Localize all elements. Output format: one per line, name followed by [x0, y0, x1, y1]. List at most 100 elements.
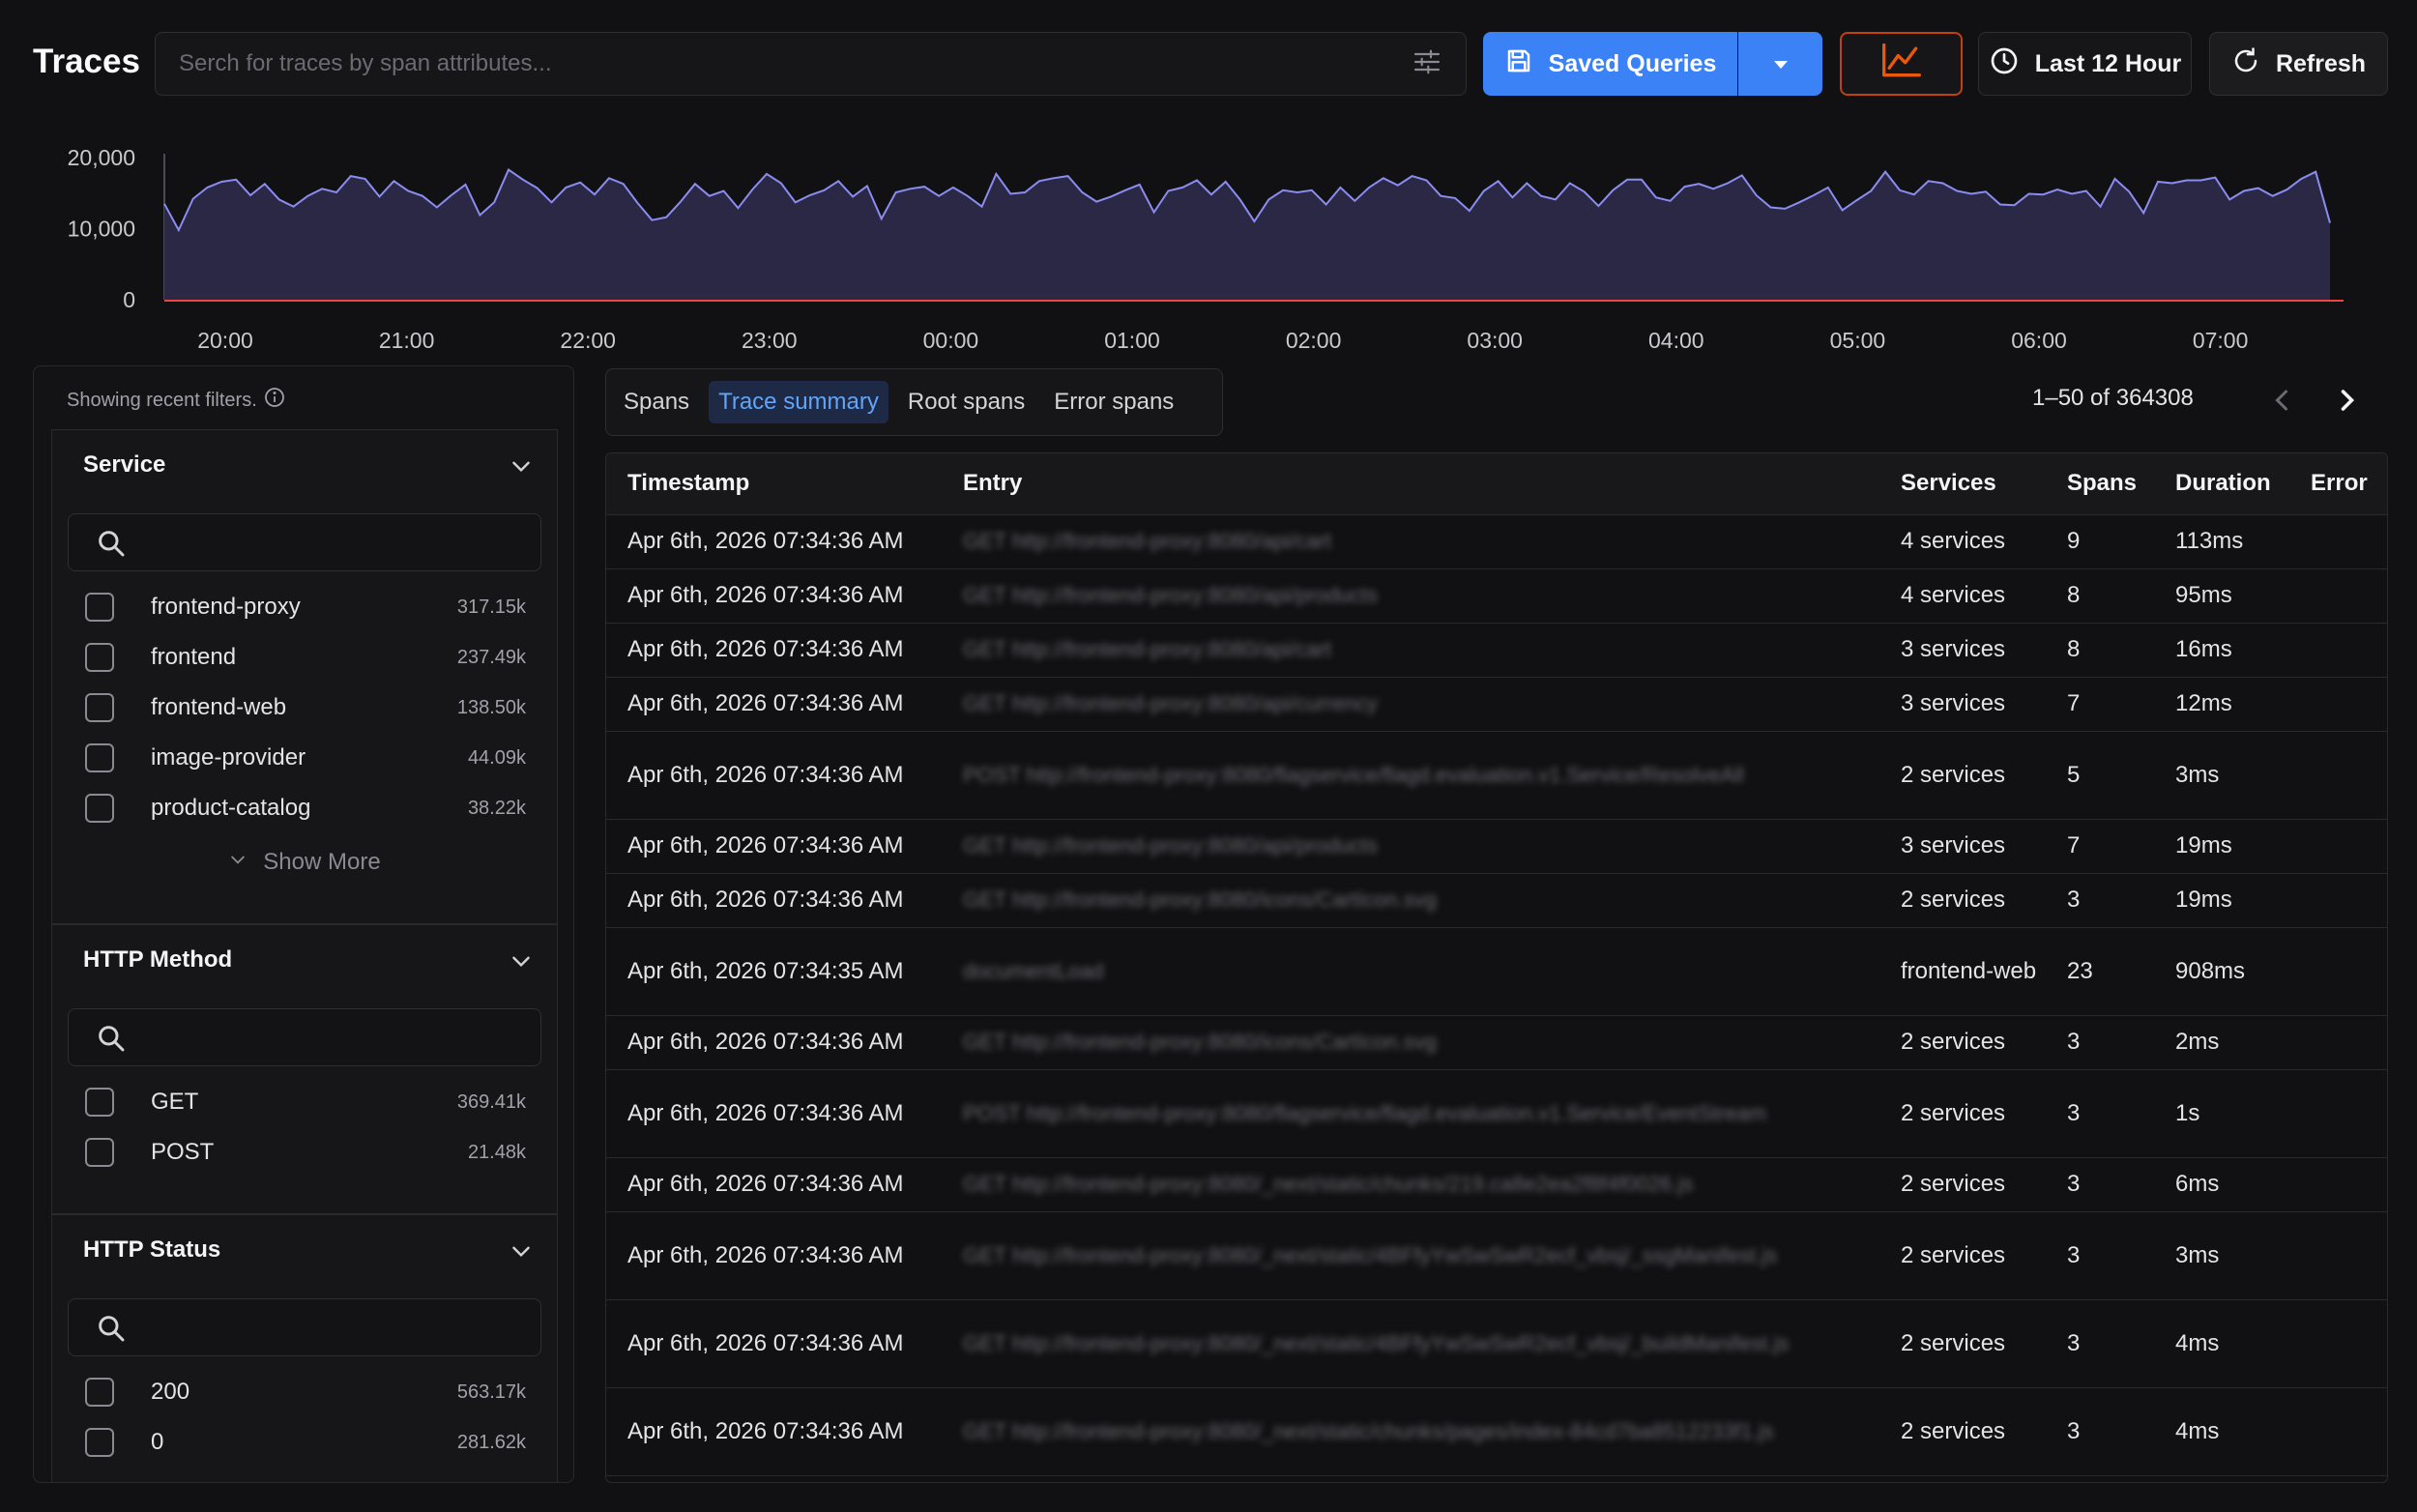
table-row[interactable]: Apr 6th, 2026 07:34:36 AM POST http://fro…: [606, 1069, 2387, 1158]
table-row[interactable]: Apr 6th, 2026 07:34:36 AM GET http://fron…: [606, 1387, 2387, 1476]
chevron-right-icon[interactable]: [2330, 383, 2365, 418]
checkbox[interactable]: [85, 1088, 114, 1117]
chevron-down-icon[interactable]: [509, 453, 534, 479]
services-cell: 3 services: [1879, 677, 2046, 732]
spans-cell: 3: [2046, 1211, 2154, 1300]
option-label: POST: [151, 1139, 215, 1165]
tab-error-spans[interactable]: Error spans: [1044, 381, 1183, 423]
table-row[interactable]: Apr 6th, 2026 07:34:36 AM GET http://fron…: [606, 819, 2387, 874]
entry-cell: GET http://frontend-proxy:8080/_next/sta…: [942, 1211, 1879, 1300]
time-range-button[interactable]: Last 12 Hour: [1978, 32, 2192, 96]
table-row[interactable]: Apr 6th, 2026 07:34:36 AM GET http://fron…: [606, 1211, 2387, 1300]
column-header-duration[interactable]: Duration: [2154, 453, 2289, 515]
table-row[interactable]: Apr 6th, 2026 07:34:36 AM GET http://fron…: [606, 1157, 2387, 1212]
table-row[interactable]: Apr 6th, 2026 07:34:35 AM documentLoad fro…: [606, 927, 2387, 1016]
option-count: 44.09k: [467, 746, 526, 769]
filter-panel: Showing recent filters. Service frontend…: [33, 365, 574, 1483]
saved-queries-button[interactable]: Saved Queries: [1483, 32, 1737, 96]
table-row[interactable]: Apr 6th, 2026 07:34:36 AM POST http://fro…: [606, 731, 2387, 820]
duration-cell: 908ms: [2154, 927, 2289, 1016]
trace-search-input[interactable]: Serch for traces by span attributes...: [155, 32, 1467, 96]
service-option[interactable]: frontend-web 138.50k: [85, 688, 526, 727]
show-more-button[interactable]: Show More: [52, 849, 557, 876]
entry-cell: GET http://frontend-proxy:8080/api/produ…: [942, 819, 1879, 874]
http-status-option[interactable]: 200 563.17k: [85, 1373, 526, 1411]
duration-cell: 95ms: [2154, 568, 2289, 624]
service-option[interactable]: frontend 237.49k: [85, 638, 526, 677]
services-cell: 2 services: [1879, 1299, 2046, 1388]
tab-root-spans[interactable]: Root spans: [898, 381, 1034, 423]
x-tick-label: 07:00: [2193, 328, 2249, 353]
column-header-spans[interactable]: Spans: [2046, 453, 2154, 515]
tab-spans[interactable]: Spans: [614, 381, 699, 423]
entry-cell: GET http://frontend-proxy:8080/api/curre…: [942, 677, 1879, 732]
info-icon[interactable]: [263, 386, 286, 415]
timestamp-cell: Apr 6th, 2026 07:34:36 AM: [606, 623, 942, 678]
http-method-option[interactable]: POST 21.48k: [85, 1133, 526, 1172]
services-cell: 2 services: [1879, 1157, 2046, 1212]
services-cell: 3 services: [1879, 623, 2046, 678]
option-count: 369.41k: [456, 1090, 526, 1113]
http-status-search-input[interactable]: [68, 1298, 541, 1356]
x-tick-label: 23:00: [742, 328, 798, 353]
service-option[interactable]: image-provider 44.09k: [85, 739, 526, 777]
services-cell: 2 services: [1879, 1069, 2046, 1158]
http-method-option[interactable]: GET 369.41k: [85, 1083, 526, 1121]
chevron-left-icon[interactable]: [2264, 383, 2299, 418]
timestamp-cell: Apr 6th, 2026 07:34:36 AM: [606, 568, 942, 624]
service-option[interactable]: frontend-proxy 317.15k: [85, 588, 526, 626]
chevron-down-icon[interactable]: [509, 1238, 534, 1264]
refresh-button[interactable]: Refresh: [2209, 32, 2388, 96]
table-row[interactable]: Apr 6th, 2026 07:34:36 AM GET http://fron…: [606, 514, 2387, 569]
error-cell: [2289, 623, 2387, 678]
page-title: Traces: [33, 43, 140, 80]
spans-cell: 23: [2046, 927, 2154, 1016]
duration-cell: 12ms: [2154, 677, 2289, 732]
table-row[interactable]: Apr 6th, 2026 07:34:36 AM GET http://fron…: [606, 623, 2387, 678]
recent-filters-note: Showing recent filters.: [67, 386, 286, 415]
column-header-services[interactable]: Services: [1879, 453, 2046, 515]
checkbox[interactable]: [85, 1378, 114, 1407]
column-header-error[interactable]: Error: [2289, 453, 2387, 515]
line-chart-icon: [1880, 43, 1923, 86]
column-header-timestamp[interactable]: Timestamp: [606, 453, 942, 515]
chevron-down-icon[interactable]: [509, 948, 534, 974]
checkbox[interactable]: [85, 794, 114, 823]
trace-histogram-chart[interactable]: 20,000 10,000 0 20:00 21:00 22:00 23:00 00:00 01…: [0, 126, 2417, 367]
checkbox[interactable]: [85, 1138, 114, 1167]
http-method-search-input[interactable]: [68, 1008, 541, 1066]
spans-cell: 9: [2046, 514, 2154, 569]
duration-cell: 6ms: [2154, 1157, 2289, 1212]
checkbox[interactable]: [85, 1428, 114, 1457]
service-option[interactable]: product-catalog 38.22k: [85, 789, 526, 828]
duration-cell: 3ms: [2154, 731, 2289, 820]
entry-cell: GET http://frontend-proxy:8080/_next/sta…: [942, 1157, 1879, 1212]
error-cell: [2289, 1211, 2387, 1300]
table-row[interactable]: Apr 6th, 2026 07:34:36 AM GET http://fron…: [606, 568, 2387, 624]
table-row[interactable]: Apr 6th, 2026 07:34:36 AM GET http://fron…: [606, 1015, 2387, 1070]
checkbox[interactable]: [85, 593, 114, 622]
y-tick-label: 10,000: [68, 217, 135, 242]
error-cell: [2289, 873, 2387, 928]
spans-cell: 3: [2046, 873, 2154, 928]
spans-cell: 3: [2046, 1157, 2154, 1212]
table-row[interactable]: Apr 6th, 2026 07:34:36 AM GET http://fron…: [606, 873, 2387, 928]
tab-trace-summary[interactable]: Trace summary: [709, 381, 888, 423]
x-tick-label: 05:00: [1830, 328, 1886, 353]
service-search-input[interactable]: [68, 513, 541, 571]
checkbox[interactable]: [85, 643, 114, 672]
checkbox[interactable]: [85, 693, 114, 722]
refresh-label: Refresh: [2275, 49, 2367, 77]
filter-sliders-icon[interactable]: [1412, 46, 1442, 82]
column-header-entry[interactable]: Entry: [942, 453, 1879, 515]
table-row[interactable]: Apr 6th, 2026 07:34:36 AM GET http://fron…: [606, 1299, 2387, 1388]
error-cell: [2289, 927, 2387, 1016]
toggle-chart-button[interactable]: [1840, 32, 1963, 96]
http-status-option[interactable]: 0 281.62k: [85, 1423, 526, 1462]
table-row[interactable]: Apr 6th, 2026 07:34:36 AM GET http://fron…: [606, 677, 2387, 732]
option-count: 563.17k: [456, 1381, 526, 1403]
saved-queries-dropdown-button[interactable]: [1738, 32, 1822, 96]
entry-cell: GET http://frontend-proxy:8080/api/cart: [942, 623, 1879, 678]
services-cell: 2 services: [1879, 873, 2046, 928]
checkbox[interactable]: [85, 743, 114, 772]
